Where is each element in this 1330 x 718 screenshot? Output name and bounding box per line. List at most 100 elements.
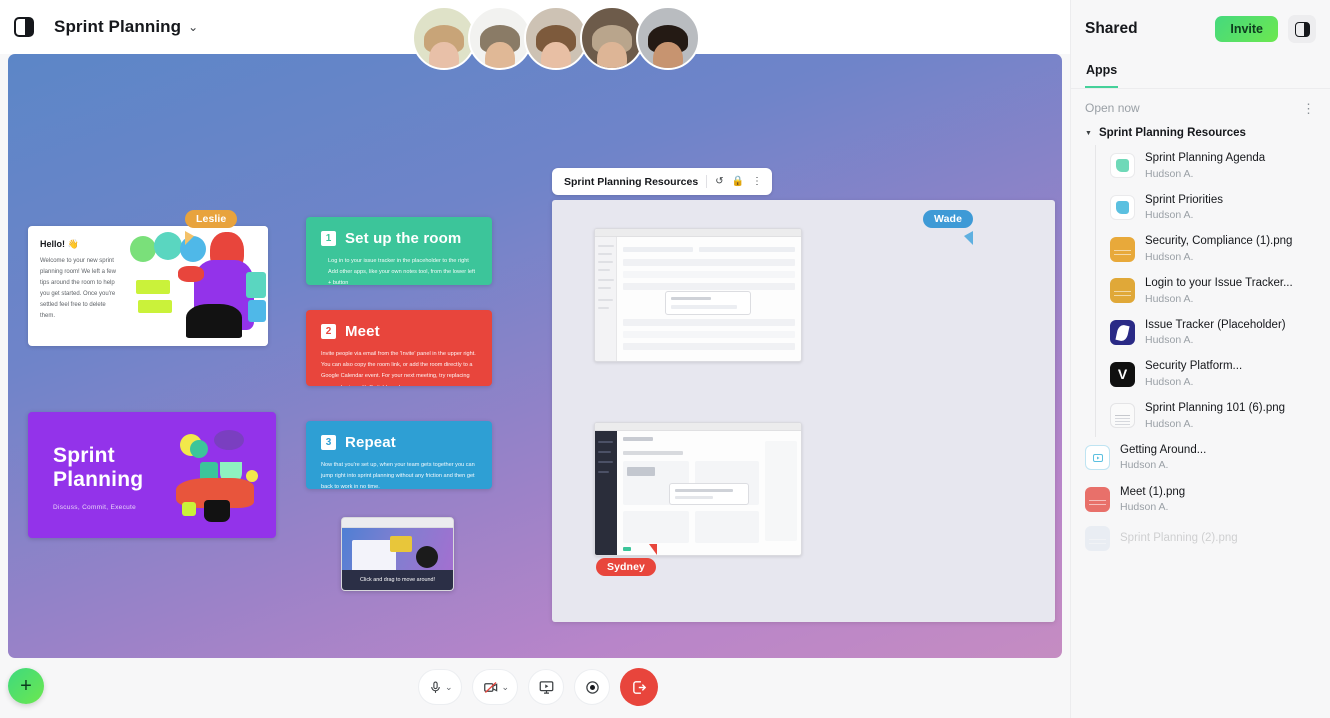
cursor-pointer-icon <box>185 231 194 245</box>
divider <box>706 175 708 188</box>
list-item-name: Sprint Planning Agenda <box>1145 152 1266 164</box>
leave-call-icon <box>632 680 646 694</box>
step-header: 1 Set up the room <box>321 230 477 247</box>
list-item-meta: Sprint Priorities Hudson A. <box>1145 193 1316 223</box>
slide-title-line1: Sprint <box>53 444 115 467</box>
frame-titlebar[interactable]: Sprint Planning Resources ↺ 🔒 ⋮ <box>552 168 773 195</box>
cursor-pointer-icon <box>641 544 657 555</box>
list-item[interactable]: Sprint Planning (2).png <box>1071 520 1330 557</box>
list-item[interactable]: Sprint Planning 101 (6).png Hudson A. <box>1096 395 1330 437</box>
sidebar-group-sprint-planning-resources[interactable]: ▼ Sprint Planning Resources <box>1071 123 1330 145</box>
microphone-icon <box>431 681 440 693</box>
step-card-3[interactable]: 3 Repeat Now that you're set up, when yo… <box>306 421 492 489</box>
welcome-heading: Hello! 👋 <box>40 239 79 249</box>
app-navy-icon <box>1110 320 1135 346</box>
record-button[interactable] <box>574 669 611 705</box>
room-canvas[interactable]: Hello! 👋 Welcome to your new sprint plan… <box>8 54 1062 658</box>
step-number: 3 <box>321 435 336 450</box>
list-item[interactable]: Login to your Issue Tracker... Hudson A. <box>1096 270 1330 312</box>
add-app-button[interactable]: + <box>8 668 44 704</box>
slide-title-line2: Planning <box>53 467 144 491</box>
cursor-sydney: Sydney <box>596 544 657 576</box>
meeting-room-app: Sprint Planning ⌄ Hello! 👋 Welcome to you… <box>0 0 1330 718</box>
doc-blue-icon <box>1110 195 1135 221</box>
list-item-meta: Security, Compliance (1).png Hudson A. <box>1145 234 1316 264</box>
chevron-down-icon[interactable]: ▼ <box>1085 130 1092 137</box>
welcome-body: Welcome to your new sprint planning room… <box>40 258 116 320</box>
refresh-icon[interactable]: ↺ <box>715 176 723 187</box>
step-card-1[interactable]: 1 Set up the room Log in to your issue t… <box>306 217 492 285</box>
sprint-planning-slide[interactable]: Sprint Planning Discuss, Commit, Execute <box>28 412 276 538</box>
list-item-owner: Hudson A. <box>1145 417 1194 430</box>
list-item[interactable]: Sprint Planning Agenda Hudson A. <box>1096 145 1330 187</box>
slide-title: Sprint Planning <box>53 444 143 491</box>
list-item-meta: Meet (1).png Hudson A. <box>1120 485 1316 515</box>
list-item[interactable]: Meet (1).png Hudson A. <box>1071 479 1330 521</box>
slide-subtitle: Discuss, Commit, Execute <box>53 504 137 511</box>
avatar[interactable] <box>468 6 532 70</box>
image-red-icon <box>1085 486 1110 512</box>
welcome-card[interactable]: Hello! 👋 Welcome to your new sprint plan… <box>28 226 268 346</box>
participant-avatars <box>412 6 700 70</box>
list-item[interactable]: V Security Platform... Hudson A. <box>1096 353 1330 395</box>
more-icon[interactable]: ⋮ <box>752 176 762 187</box>
slide-illustration <box>174 426 270 526</box>
step-title: Meet <box>345 323 380 340</box>
avatar-face <box>653 41 683 68</box>
list-item-owner: Hudson A. <box>1145 292 1194 305</box>
avatar[interactable] <box>524 6 588 70</box>
lock-icon[interactable]: 🔒 <box>732 176 744 187</box>
shared-items-list: Sprint Planning Agenda Hudson A. Sprint Pr… <box>1071 145 1330 557</box>
mini-browser-window[interactable]: Click and drag to move around! <box>341 517 454 591</box>
list-item-name: Meet (1).png <box>1120 485 1186 498</box>
list-item-name: Sprint Priorities <box>1145 193 1223 206</box>
list-item-name: Getting Around... <box>1120 443 1207 456</box>
list-item-owner: Hudson A. <box>1145 167 1194 180</box>
image-amber-icon <box>1110 278 1135 304</box>
list-item-meta: Sprint Planning (2).png <box>1120 531 1316 547</box>
step-title: Repeat <box>345 434 396 451</box>
sidebar-title: Shared <box>1085 20 1138 37</box>
open-now-label: Open now <box>1085 101 1140 115</box>
tab-apps[interactable]: Apps <box>1085 58 1119 88</box>
mini-browser-titlebar <box>342 518 453 528</box>
present-screen-button[interactable] <box>528 669 565 705</box>
sidebar-group-label: Sprint Planning Resources <box>1098 127 1246 139</box>
list-item[interactable]: Sprint Priorities Hudson A. <box>1096 187 1330 229</box>
step-number: 2 <box>321 324 336 339</box>
panel-toggle-icon[interactable] <box>14 17 34 37</box>
avatar[interactable] <box>412 6 476 70</box>
avatar-face <box>429 41 459 68</box>
list-item[interactable]: Getting Around... Hudson A. <box>1071 437 1330 479</box>
step-card-2[interactable]: 2 Meet Invite people via email from the … <box>306 310 492 386</box>
step-body: Now that you're set up, when your team g… <box>321 462 475 489</box>
list-item[interactable]: Issue Tracker (Placeholder) Hudson A. <box>1096 312 1330 354</box>
chevron-down-icon[interactable]: ⌄ <box>445 682 453 693</box>
invite-button[interactable]: Invite <box>1215 16 1278 42</box>
mini-browser-caption: Click and drag to move around! <box>342 570 453 590</box>
sidebar-panel-toggle-button[interactable] <box>1288 15 1316 43</box>
leave-call-button[interactable] <box>620 668 659 706</box>
list-item-name: Security, Compliance (1).png <box>1145 235 1293 248</box>
camera-button[interactable]: ⌄ <box>471 669 519 705</box>
welcome-illustration <box>124 226 268 346</box>
image-amber-icon <box>1110 236 1135 262</box>
compliance-dashboard-screenshot[interactable] <box>594 422 802 556</box>
shared-sidebar: Shared Invite Apps Open now ⋮ ▼ Sprint P… <box>1070 0 1330 718</box>
step-bullet: Add other apps, like your own notes tool… <box>328 269 476 285</box>
issue-tracker-screenshot[interactable] <box>594 228 802 362</box>
open-now-section: Open now ⋮ <box>1071 89 1330 123</box>
sidebar-header: Shared Invite <box>1071 0 1330 58</box>
app-sidebar <box>595 237 617 361</box>
chevron-down-icon[interactable]: ⌄ <box>502 682 510 693</box>
more-icon[interactable]: ⋮ <box>1302 102 1316 115</box>
list-item[interactable]: Security, Compliance (1).png Hudson A. <box>1096 228 1330 270</box>
avatar[interactable] <box>580 6 644 70</box>
list-item-name: Login to your Issue Tracker... <box>1145 277 1293 290</box>
avatar[interactable] <box>636 6 700 70</box>
chevron-down-icon[interactable]: ⌄ <box>188 20 198 34</box>
microphone-button[interactable]: ⌄ <box>418 669 462 705</box>
list-item-owner: Hudson A. <box>1145 334 1194 347</box>
list-item-name: Sprint Planning 101 (6).png <box>1145 402 1286 415</box>
app-sidebar <box>595 431 617 555</box>
